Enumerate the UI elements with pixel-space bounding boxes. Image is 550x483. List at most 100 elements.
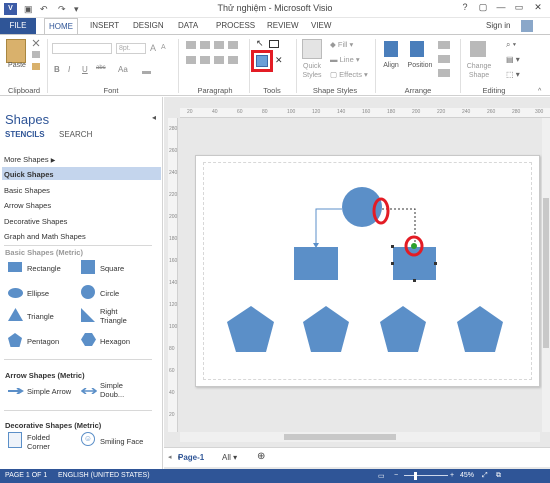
- tab-data[interactable]: DATA: [174, 18, 202, 34]
- nav-quick-shapes[interactable]: Quick Shapes: [4, 170, 54, 179]
- nav-graph-math-shapes[interactable]: Graph and Math Shapes: [4, 232, 86, 241]
- circle-shape-icon[interactable]: [81, 285, 95, 299]
- tab-review[interactable]: REVIEW: [263, 18, 303, 34]
- effects-button[interactable]: ▢ Effects ▾: [330, 70, 368, 79]
- rectangle-shape-left[interactable]: [294, 247, 338, 280]
- pentagon-shape[interactable]: [303, 306, 349, 352]
- right-triangle-shape-icon[interactable]: [81, 308, 95, 322]
- align-button[interactable]: Align: [378, 62, 404, 69]
- paste-icon[interactable]: [6, 39, 26, 63]
- format-painter-icon[interactable]: [32, 63, 40, 70]
- layers-icon[interactable]: ▤ ▾: [506, 55, 520, 64]
- sign-in-link[interactable]: Sign in: [482, 18, 514, 34]
- nav-more-shapes[interactable]: More Shapes ▶: [4, 155, 55, 164]
- nav-arrow-shapes[interactable]: Arrow Shapes: [4, 201, 51, 210]
- stencils-tab[interactable]: STENCILS: [5, 130, 45, 139]
- font-name-dropdown[interactable]: [52, 43, 112, 54]
- ellipse-shape-icon[interactable]: [8, 288, 23, 298]
- horizontal-scrollbar[interactable]: [180, 432, 540, 442]
- triangle-shape-label[interactable]: Triangle: [27, 312, 54, 321]
- change-shape-button[interactable]: Change Shape: [462, 62, 496, 80]
- selection-handle[interactable]: [391, 245, 394, 248]
- align-middle-icon[interactable]: [200, 41, 210, 49]
- user-avatar-icon[interactable]: [521, 20, 533, 32]
- scrollbar-thumb[interactable]: [543, 198, 549, 348]
- help-icon[interactable]: ?: [456, 2, 474, 15]
- rectangle-tool-icon[interactable]: [269, 40, 279, 48]
- triangle-shape-icon[interactable]: [8, 308, 23, 321]
- page-indicator[interactable]: PAGE 1 OF 1: [5, 472, 47, 479]
- fit-window-icon[interactable]: ⤢: [482, 472, 488, 480]
- tab-insert[interactable]: INSERT: [86, 18, 123, 34]
- scrollbar-thumb[interactable]: [284, 434, 396, 440]
- position-icon[interactable]: [410, 41, 424, 57]
- selection-handle[interactable]: [413, 279, 416, 282]
- simple-arrow-label[interactable]: Simple Arrow: [27, 387, 71, 396]
- simple-double-arrow-label[interactable]: Simple Doub...: [100, 381, 140, 399]
- position-button[interactable]: Position: [404, 62, 436, 69]
- fit-page-icon[interactable]: ▭: [378, 472, 385, 480]
- vertical-scrollbar[interactable]: [542, 118, 550, 432]
- page-tab-current[interactable]: Page-1: [178, 453, 204, 462]
- square-shape-icon[interactable]: [81, 260, 95, 274]
- fill-button[interactable]: ◆ Fill ▾: [330, 40, 353, 49]
- find-icon[interactable]: ⌕ ▾: [506, 40, 516, 50]
- bold-button[interactable]: B: [54, 65, 60, 74]
- zoom-out-icon[interactable]: −: [394, 472, 398, 479]
- close-button[interactable]: ✕: [529, 2, 547, 15]
- justify-icon[interactable]: [228, 56, 238, 64]
- group-icon[interactable]: [438, 69, 450, 77]
- tab-view[interactable]: VIEW: [307, 18, 335, 34]
- align-icon[interactable]: [384, 41, 398, 57]
- square-shape-label[interactable]: Square: [100, 264, 124, 273]
- italic-button[interactable]: I: [68, 65, 70, 74]
- connector-line[interactable]: [315, 208, 342, 246]
- quick-styles-icon[interactable]: [302, 39, 322, 59]
- rectangle-shape-right[interactable]: [393, 247, 436, 280]
- selection-handle[interactable]: [391, 262, 394, 265]
- tab-file[interactable]: FILE: [0, 18, 36, 34]
- change-shape-icon[interactable]: [470, 41, 486, 57]
- selection-handle[interactable]: [434, 262, 437, 265]
- close-tool-icon[interactable]: ✕: [275, 55, 283, 66]
- copy-icon[interactable]: [32, 51, 40, 58]
- smiling-face-icon[interactable]: ☺: [81, 432, 95, 446]
- right-triangle-shape-label[interactable]: Right Triangle: [100, 307, 140, 325]
- simple-arrow-icon[interactable]: [8, 388, 24, 394]
- paste-button[interactable]: Paste: [4, 62, 30, 69]
- maximize-button[interactable]: ▭: [510, 2, 528, 15]
- rectangle-shape-label[interactable]: Rectangle: [27, 264, 61, 273]
- add-page-icon[interactable]: ⊕: [257, 451, 265, 462]
- change-case-button[interactable]: Aa: [118, 65, 128, 74]
- strikethrough-button[interactable]: abc: [96, 65, 106, 71]
- tab-process[interactable]: PROCESS: [212, 18, 259, 34]
- smiling-face-label[interactable]: Smiling Face: [100, 437, 143, 446]
- align-left-icon[interactable]: [186, 56, 196, 64]
- align-right-icon[interactable]: [214, 56, 224, 64]
- zoom-level[interactable]: 45%: [460, 472, 474, 479]
- underline-button[interactable]: U: [82, 65, 88, 74]
- all-pages-tab[interactable]: All ▾: [222, 453, 237, 462]
- tab-home[interactable]: HOME: [44, 18, 78, 34]
- align-center-icon[interactable]: [200, 56, 210, 64]
- zoom-slider[interactable]: [404, 475, 448, 476]
- folded-corner-icon[interactable]: [8, 432, 22, 448]
- diagram-canvas[interactable]: [195, 155, 540, 387]
- pentagon-shape[interactable]: [380, 306, 426, 352]
- search-tab[interactable]: SEARCH: [59, 130, 92, 139]
- select-icon[interactable]: ⬚ ▾: [506, 70, 520, 79]
- pentagon-shape[interactable]: [457, 306, 503, 352]
- collapse-pane-icon[interactable]: ◂: [152, 113, 156, 122]
- zoom-slider-thumb[interactable]: [414, 472, 417, 480]
- send-backward-icon[interactable]: [438, 55, 450, 63]
- font-size-dropdown[interactable]: 8pt.: [116, 43, 146, 54]
- grow-font-icon[interactable]: A: [150, 43, 156, 53]
- connector-tool-icon[interactable]: [256, 55, 268, 67]
- tab-design[interactable]: DESIGN: [129, 18, 168, 34]
- zoom-in-icon[interactable]: +: [450, 472, 454, 479]
- nav-decorative-shapes[interactable]: Decorative Shapes: [4, 217, 67, 226]
- shrink-font-icon[interactable]: A: [161, 44, 166, 51]
- ribbon-display-icon[interactable]: ▢: [474, 2, 492, 15]
- hexagon-shape-label[interactable]: Hexagon: [100, 337, 130, 346]
- collapse-ribbon-icon[interactable]: ^: [538, 88, 541, 95]
